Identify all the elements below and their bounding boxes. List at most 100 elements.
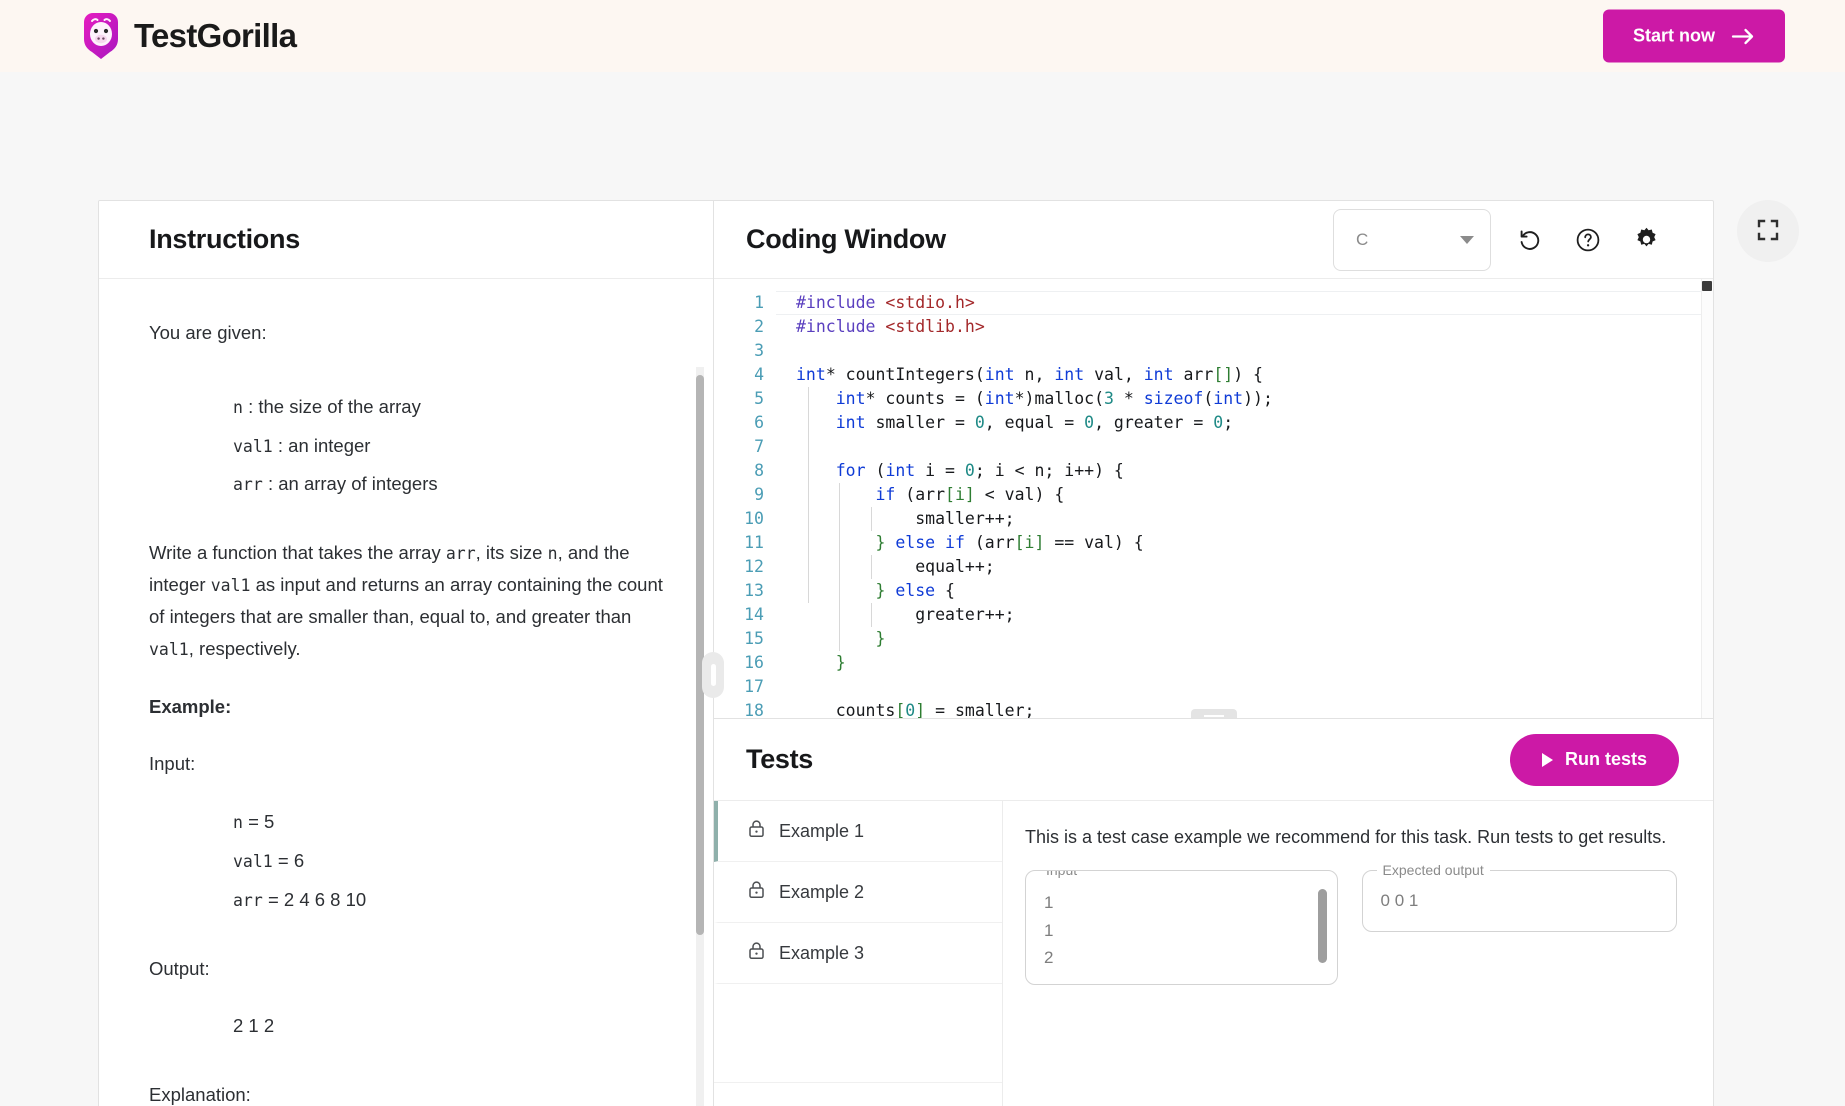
pane-resize-handle[interactable] <box>702 652 724 698</box>
indent-guide <box>808 387 809 603</box>
test-case-note: This is a test case example we recommend… <box>1025 827 1667 847</box>
test-case-label: Example 3 <box>779 942 865 963</box>
instructions-scrollbar[interactable] <box>696 375 704 935</box>
line-number: 14 <box>744 605 764 624</box>
language-select[interactable]: C <box>1333 208 1491 271</box>
indent-guide <box>871 507 872 531</box>
example-input-value: = 2 4 6 8 10 <box>267 888 367 910</box>
add-test-case-button[interactable]: Add Test Case (0/6) <box>714 1083 1002 1106</box>
task-text: , respectively. <box>188 637 301 659</box>
given-item-desc: : an integer <box>277 434 371 456</box>
given-item-desc: : the size of the array <box>248 395 421 417</box>
language-value: C <box>1356 229 1369 249</box>
reset-code-button[interactable] <box>1511 221 1549 259</box>
example-input-line: n = 5 <box>233 806 663 838</box>
example-input-name: val1 <box>233 851 273 871</box>
example-input-name: arr <box>233 890 263 910</box>
test-expected-output-label: Expected output <box>1376 862 1490 878</box>
example-output-value: 2 1 2 <box>233 1015 275 1037</box>
code-line: } <box>835 653 846 672</box>
editor-resize-handle[interactable] <box>1190 709 1237 718</box>
test-case-list: Example 1 Example 2 Example 3 <box>714 801 1003 1106</box>
test-case-item-2[interactable]: Example 2 <box>714 862 1002 923</box>
test-case-item-3[interactable]: Example 3 <box>714 923 1002 984</box>
editor-vertical-scrollbar[interactable] <box>1701 279 1713 718</box>
output-label: Output: <box>149 957 210 979</box>
logo[interactable]: TestGorilla <box>80 12 297 60</box>
example-input-name: n <box>233 813 243 833</box>
chevron-down-icon <box>1460 235 1474 244</box>
lock-icon <box>748 880 765 904</box>
code-editor[interactable]: 1 2 3 4 5 6 7 8 9 10 11 12 13 14 15 16 1… <box>714 279 1713 719</box>
example-label: Example: <box>149 695 232 717</box>
indent-guide <box>871 555 872 579</box>
code-line: smaller++; <box>915 509 1015 528</box>
indent-guide <box>871 603 872 627</box>
instructions-header: Instructions <box>99 201 713 279</box>
given-intro: You are given: <box>149 322 267 343</box>
settings-button[interactable] <box>1627 221 1665 259</box>
test-case-label: Example 1 <box>779 820 865 841</box>
tests-section: Tests Run tests Example 1 Example 2 Exam… <box>714 719 1713 1106</box>
given-item-name: n <box>233 397 243 417</box>
test-input-scrollbar[interactable] <box>1317 889 1327 963</box>
run-tests-button[interactable]: Run tests <box>1509 733 1679 786</box>
task-paragraph: Write a function that takes the array ar… <box>149 537 663 664</box>
test-expected-output-field[interactable]: Expected output 0 0 1 <box>1361 862 1677 932</box>
tests-header: Tests Run tests <box>714 719 1713 801</box>
line-number-gutter: 1 2 3 4 5 6 7 8 9 10 11 12 13 14 15 16 1… <box>714 291 776 718</box>
test-io-row: Input 1 1 2 Expected output 0 0 1 <box>1025 862 1677 985</box>
indent-guide <box>839 483 840 651</box>
lock-icon <box>748 941 765 965</box>
code-line: for (int i = 0; i < n; i++) { <box>835 461 1124 480</box>
editor-surface[interactable]: 1 2 3 4 5 6 7 8 9 10 11 12 13 14 15 16 1… <box>714 279 1713 718</box>
example-input-value: = 5 <box>248 811 275 833</box>
editor-scroll-thumb[interactable] <box>1702 281 1712 291</box>
site-header: TestGorilla Start now <box>0 0 1845 72</box>
instructions-title: Instructions <box>149 224 300 254</box>
start-now-button[interactable]: Start now <box>1602 9 1785 63</box>
given-item: n : the size of the array <box>233 391 663 423</box>
fullscreen-icon <box>1757 219 1779 244</box>
line-number: 3 <box>754 341 764 360</box>
test-expected-output-value: 0 0 1 <box>1380 891 1419 911</box>
start-now-label: Start now <box>1632 25 1715 46</box>
code-line: greater++; <box>915 605 1015 624</box>
code-line: #include <stdio.h> <box>796 293 975 312</box>
input-label: Input: <box>149 753 196 775</box>
task-code: val1 <box>149 639 189 659</box>
task-text: , its size <box>475 542 548 564</box>
given-item: val1 : an integer <box>233 430 663 462</box>
line-number: 8 <box>754 461 764 480</box>
line-number: 1 <box>754 293 764 312</box>
task-code: arr <box>445 544 476 564</box>
code-line: int* countIntegers(int n, int val, int a… <box>796 365 1263 384</box>
fullscreen-button[interactable] <box>1737 200 1799 262</box>
run-tests-label: Run tests <box>1564 749 1647 769</box>
help-button[interactable] <box>1569 221 1607 259</box>
task-code: val1 <box>210 576 251 596</box>
given-list: n : the size of the array val1 : an inte… <box>233 391 663 500</box>
example-input-line: val1 = 6 <box>233 845 663 877</box>
test-input-label: Input <box>1040 871 1084 878</box>
line-number: 6 <box>754 413 764 432</box>
test-case-list-spacer <box>714 984 1002 1083</box>
line-number: 7 <box>754 437 764 456</box>
page-body: Instructions You are given: n : the size… <box>0 72 1845 1106</box>
instructions-content: You are given: n : the size of the array… <box>99 279 713 1106</box>
code-line: int* counts = (int*)malloc(3 * sizeof(in… <box>835 389 1273 408</box>
code-line: } else if (arr[i] == val) { <box>875 533 1144 552</box>
test-case-item-1[interactable]: Example 1 <box>714 801 1002 862</box>
test-input-field[interactable]: Input 1 1 2 <box>1025 870 1338 985</box>
test-case-detail: This is a test case example we recommend… <box>1003 801 1713 1106</box>
code-line: } <box>875 629 886 648</box>
coding-window-title: Coding Window <box>746 224 946 254</box>
play-icon <box>1541 752 1553 767</box>
explanation-label: Explanation: <box>149 1084 251 1106</box>
given-item-name: val1 <box>233 436 273 456</box>
code-text-area[interactable]: #include <stdio.h> #include <stdlib.h> i… <box>776 291 1713 718</box>
example-input-list: n = 5 val1 = 6 arr = 2 4 6 8 10 <box>233 806 663 915</box>
